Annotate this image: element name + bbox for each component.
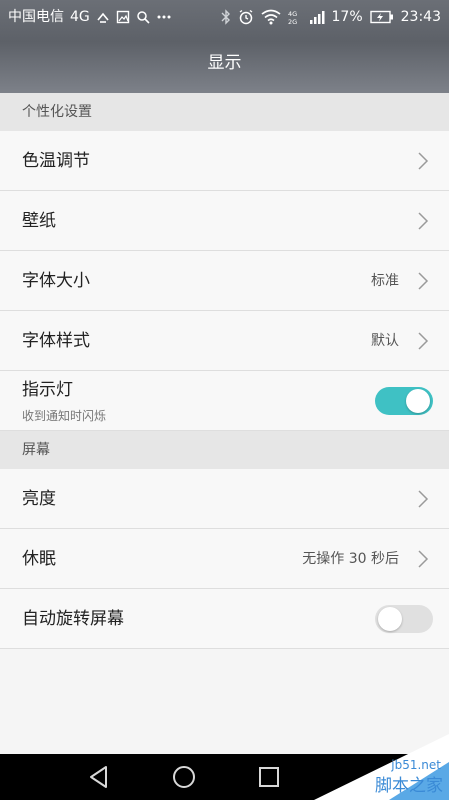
chevron-right-icon bbox=[418, 332, 429, 350]
indicator-light-label: 指示灯 bbox=[22, 380, 73, 400]
chevron-right-icon bbox=[418, 550, 429, 568]
sleep-row[interactable]: 休眠 无操作 30 秒后 bbox=[0, 529, 449, 589]
battery-charging-icon bbox=[369, 8, 394, 26]
chevron-right-icon bbox=[418, 272, 429, 290]
toggle-knob bbox=[378, 607, 402, 631]
font-size-row[interactable]: 字体大小 标准 bbox=[0, 251, 449, 311]
clock: 23:43 bbox=[400, 9, 441, 25]
watermark-site: jb51.net bbox=[391, 758, 441, 772]
auto-rotate-label: 自动旋转屏幕 bbox=[22, 609, 124, 629]
carrier-label: 中国电信 bbox=[8, 9, 64, 25]
font-size-value: 标准 bbox=[371, 273, 399, 289]
more-icon bbox=[156, 8, 172, 26]
font-style-label: 字体样式 bbox=[22, 331, 90, 351]
status-bar: 中国电信 4G 4G 2G 17% 23:43 bbox=[0, 0, 449, 34]
section-header-screen: 屏幕 bbox=[0, 431, 449, 469]
battery-percent: 17% bbox=[331, 9, 363, 25]
home-icon[interactable] bbox=[171, 764, 197, 790]
chevron-right-icon bbox=[418, 212, 429, 230]
search-icon bbox=[136, 8, 150, 26]
svg-text:4G: 4G bbox=[288, 10, 297, 18]
brightness-row[interactable]: 亮度 bbox=[0, 469, 449, 529]
watermark: jb51.net 脚本之家 bbox=[314, 734, 449, 800]
chevron-right-icon bbox=[418, 152, 429, 170]
signal-icon bbox=[309, 8, 325, 26]
sleep-label: 休眠 bbox=[22, 549, 56, 569]
color-temperature-label: 色温调节 bbox=[22, 151, 90, 171]
font-style-row[interactable]: 字体样式 默认 bbox=[0, 311, 449, 371]
brightness-label: 亮度 bbox=[22, 489, 56, 509]
indicator-light-sublabel: 收到通知时闪烁 bbox=[22, 409, 107, 423]
font-style-value: 默认 bbox=[371, 333, 399, 349]
section-header-personalization: 个性化设置 bbox=[0, 93, 449, 131]
toggle-knob bbox=[406, 389, 430, 413]
auto-rotate-toggle[interactable] bbox=[375, 605, 433, 633]
sleep-value: 无操作 30 秒后 bbox=[302, 551, 399, 567]
font-size-label: 字体大小 bbox=[22, 271, 90, 291]
watermark-name: 脚本之家 bbox=[375, 776, 443, 796]
network-label: 4G bbox=[70, 9, 90, 25]
svg-text:2G: 2G bbox=[288, 18, 297, 25]
back-icon[interactable] bbox=[86, 764, 112, 790]
indicator-light-row: 指示灯 收到通知时闪烁 bbox=[0, 371, 449, 431]
settings-list: 个性化设置 色温调节 壁纸 字体大小 标准 字体样式 默认 指示灯 收到通知时闪… bbox=[0, 93, 449, 649]
bluetooth-icon bbox=[221, 8, 231, 26]
chevron-right-icon bbox=[418, 490, 429, 508]
recent-apps-icon[interactable] bbox=[256, 764, 282, 790]
dual-4g-icon: 4G 2G bbox=[288, 8, 302, 26]
header: 中国电信 4G 4G 2G 17% 23:43 显示 bbox=[0, 0, 449, 93]
wallpaper-label: 壁纸 bbox=[22, 211, 56, 231]
indicator-light-toggle[interactable] bbox=[375, 387, 433, 415]
usb-icon bbox=[96, 8, 110, 26]
page-title: 显示 bbox=[207, 53, 242, 73]
image-icon bbox=[116, 8, 130, 26]
wifi-icon bbox=[260, 8, 281, 26]
auto-rotate-row: 自动旋转屏幕 bbox=[0, 589, 449, 649]
color-temperature-row[interactable]: 色温调节 bbox=[0, 131, 449, 191]
alarm-icon bbox=[238, 8, 254, 26]
wallpaper-row[interactable]: 壁纸 bbox=[0, 191, 449, 251]
